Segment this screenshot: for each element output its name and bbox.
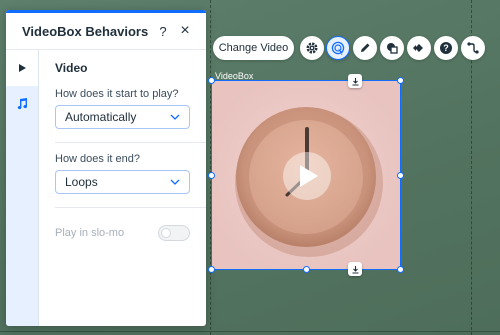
end-play-label: How does it end? <box>55 153 140 165</box>
resize-handle-left[interactable] <box>208 172 215 179</box>
stretch-top-button[interactable] <box>348 74 362 88</box>
toggle-knob <box>161 228 171 238</box>
slomo-row: Play in slo-mo <box>55 225 190 241</box>
download-icon <box>352 265 358 274</box>
panel-side-tabs <box>6 50 39 326</box>
end-play-dropdown[interactable]: Loops <box>55 170 190 194</box>
mask-button[interactable] <box>380 36 404 60</box>
videobox-element[interactable] <box>208 74 404 276</box>
download-icon <box>352 77 358 86</box>
resize-handle-top-left[interactable] <box>208 77 215 84</box>
play-tab-icon <box>19 64 26 72</box>
panel-title: VideoBox Behaviors <box>22 23 149 39</box>
divider <box>55 207 206 208</box>
tab-video[interactable] <box>6 50 38 86</box>
stretch-bottom-button[interactable] <box>348 262 362 276</box>
behaviors-button[interactable] <box>326 36 350 60</box>
chevron-down-icon <box>170 179 180 185</box>
connect-icon <box>467 42 479 54</box>
tab-audio[interactable] <box>6 86 38 122</box>
animation-button[interactable] <box>407 36 431 60</box>
clock-video <box>235 107 383 257</box>
mask-icon <box>387 43 398 54</box>
videobox-behaviors-panel: VideoBox Behaviors ? × Video How does it… <box>6 10 206 326</box>
start-play-dropdown[interactable]: Automatically <box>55 105 190 129</box>
svg-text:?: ? <box>443 43 449 53</box>
divider <box>55 142 206 143</box>
design-button[interactable] <box>353 36 377 60</box>
section-title: Video <box>55 61 88 75</box>
chevron-down-icon <box>170 114 180 120</box>
resize-handle-right[interactable] <box>397 172 404 179</box>
resize-handle-bottom-left[interactable] <box>208 266 215 273</box>
music-note-icon <box>17 98 28 110</box>
connect-button[interactable] <box>461 36 485 60</box>
help-button[interactable]: ? <box>152 20 174 42</box>
close-button[interactable]: × <box>174 20 196 42</box>
help-icon: ? <box>440 42 452 54</box>
change-video-button[interactable]: Change Video <box>213 36 294 60</box>
help-tool-button[interactable]: ? <box>434 36 458 60</box>
pen-icon <box>361 43 370 52</box>
video-frame <box>212 81 400 269</box>
panel-content: Video How does it start to play? Automat… <box>39 50 206 326</box>
gear-icon <box>306 42 318 54</box>
section-divider-line <box>0 331 500 332</box>
settings-button[interactable] <box>300 36 324 60</box>
slomo-toggle[interactable] <box>158 225 190 241</box>
end-play-value: Loops <box>65 175 98 189</box>
start-play-value: Automatically <box>65 110 137 124</box>
animation-icon <box>413 44 423 52</box>
resize-handle-bottom-right[interactable] <box>397 266 404 273</box>
resize-handle-bottom[interactable] <box>303 266 310 273</box>
resize-handle-top-right[interactable] <box>397 77 404 84</box>
panel-header: VideoBox Behaviors ? × <box>6 13 206 50</box>
slomo-label: Play in slo-mo <box>55 227 125 239</box>
behaviors-icon <box>331 41 345 55</box>
start-play-label: How does it start to play? <box>55 88 179 100</box>
